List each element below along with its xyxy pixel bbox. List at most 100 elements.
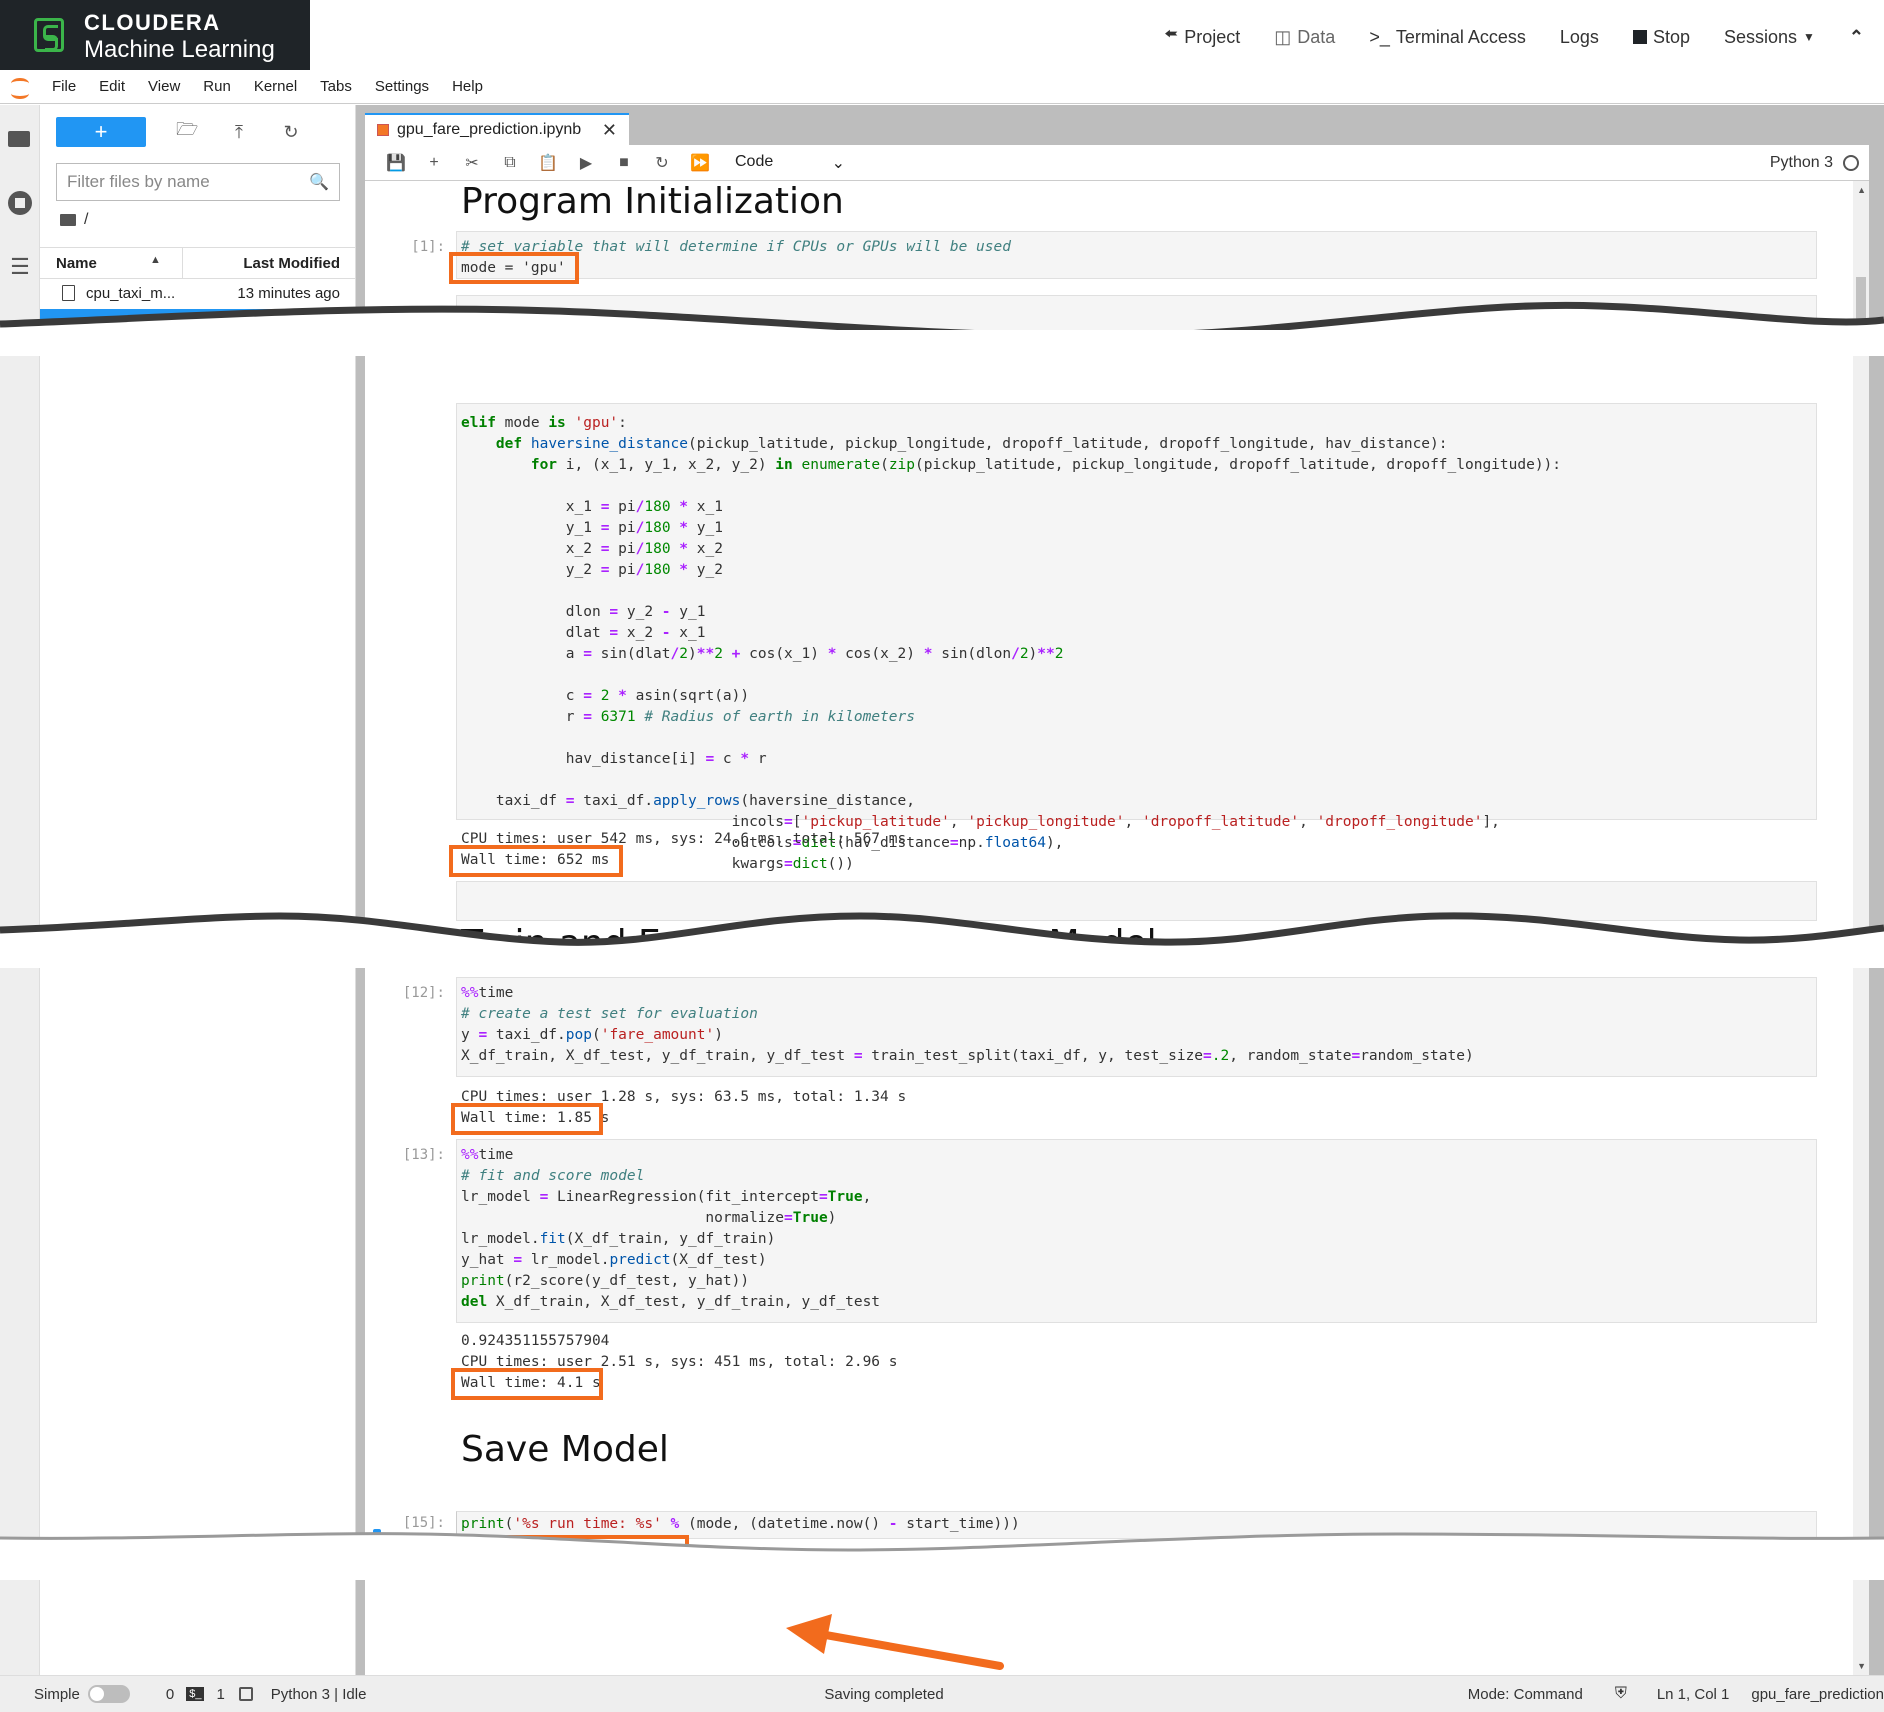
- column-name[interactable]: Name: [56, 255, 97, 272]
- simple-mode-label: Simple: [34, 1685, 80, 1703]
- collapse-header-button[interactable]: ⌃: [1849, 27, 1864, 48]
- nav-logs[interactable]: Logs: [1560, 27, 1599, 48]
- add-cell-icon[interactable]: +: [415, 154, 453, 172]
- column-divider: [182, 248, 183, 278]
- code-cell-haversine-source: elif mode is 'gpu': def haversine_distan…: [461, 415, 1562, 872]
- cell-prompt: [12]:: [402, 985, 445, 1001]
- cut-icon[interactable]: ✂: [453, 153, 491, 173]
- cml-header: CLOUDERA Machine Learning 🢘 Project ◫ Da…: [0, 0, 1884, 70]
- run-icon[interactable]: ▶: [567, 153, 605, 173]
- kernel-status-icon: [1843, 154, 1859, 171]
- stop-icon: [1632, 30, 1647, 44]
- running-sessions-icon[interactable]: [8, 191, 32, 215]
- paste-icon[interactable]: 📋: [529, 153, 567, 173]
- new-launcher-button[interactable]: +: [56, 117, 146, 147]
- sort-ascending-icon: ▲: [150, 254, 161, 266]
- table-of-contents-icon[interactable]: ☰: [8, 255, 32, 279]
- breadcrumb[interactable]: /: [60, 211, 88, 229]
- breadcrumb-path: /: [84, 211, 89, 228]
- nav-data[interactable]: ◫ Data: [1274, 27, 1335, 48]
- nav-terminal-label: Terminal Access: [1395, 26, 1526, 47]
- kernel-status[interactable]: Python 3 | Idle: [271, 1686, 367, 1703]
- notebook-tab-title: gpu_fare_prediction.ipynb: [397, 121, 582, 138]
- nav-data-label: Data: [1297, 26, 1336, 47]
- caret-down-icon: ▼: [1803, 30, 1815, 44]
- page-tear-divider: [0, 301, 1884, 356]
- page-tear-divider: [0, 1532, 1884, 1580]
- page-tear-divider: [0, 912, 1884, 968]
- menu-view[interactable]: View: [148, 78, 180, 95]
- menu-settings[interactable]: Settings: [375, 78, 429, 95]
- kernel-count[interactable]: 1: [216, 1686, 224, 1703]
- brand-product: Machine Learning: [84, 36, 275, 63]
- arrow-left-icon: 🢘: [1164, 24, 1179, 44]
- save-status: Saving completed: [824, 1685, 944, 1703]
- close-icon[interactable]: ✕: [602, 120, 617, 141]
- brand-name: CLOUDERA: [84, 10, 221, 35]
- nav-stop[interactable]: Stop: [1632, 26, 1690, 48]
- chevron-up-icon: ⌃: [1848, 26, 1864, 47]
- new-folder-icon[interactable]: 🗁: [176, 117, 198, 147]
- heading-save-model: Save Model: [461, 1429, 669, 1470]
- copy-icon[interactable]: ⧉: [491, 154, 529, 172]
- status-filename: gpu_fare_prediction.ipynb: [1751, 1685, 1884, 1703]
- nav-logs-label: Logs: [1559, 26, 1599, 47]
- menu-tabs[interactable]: Tabs: [320, 78, 352, 95]
- simple-mode-toggle[interactable]: [87, 1685, 130, 1703]
- notebook-icon: [377, 124, 389, 136]
- highlight-box: [451, 1368, 603, 1400]
- terminal-icon: $_: [186, 1687, 205, 1701]
- top-nav: 🢘 Project ◫ Data >_ Terminal Access Logs…: [1164, 22, 1864, 52]
- output-r2-score: 0.924351155757904: [461, 1333, 610, 1349]
- interrupt-icon[interactable]: ■: [605, 154, 643, 172]
- terminal-count[interactable]: 0: [166, 1686, 174, 1703]
- column-last-modified[interactable]: Last Modified: [243, 255, 340, 272]
- nav-project[interactable]: 🢘 Project: [1164, 22, 1240, 52]
- brand-logo[interactable]: CLOUDERA Machine Learning: [0, 0, 310, 70]
- menu-run[interactable]: Run: [203, 78, 231, 95]
- save-icon[interactable]: 💾: [377, 153, 415, 173]
- filter-files-field[interactable]: 🔍: [56, 163, 340, 201]
- heading-program-initialization: Program Initialization: [461, 181, 844, 222]
- code-cell-12-source: %%time # create a test set for evaluatio…: [461, 985, 1474, 1064]
- highlight-box: [451, 1103, 603, 1135]
- scroll-down-icon[interactable]: ▼: [1857, 1661, 1866, 1671]
- menu-bar: File Edit View Run Kernel Tabs Settings …: [0, 70, 1884, 104]
- cell-prompt: [13]:: [402, 1147, 445, 1163]
- nav-terminal-access[interactable]: >_ Terminal Access: [1369, 27, 1526, 48]
- nav-sessions[interactable]: Sessions ▼: [1724, 27, 1815, 48]
- file-browser-toolbar: + 🗁 ⤒ ↻: [56, 117, 302, 147]
- folder-icon: [60, 214, 76, 226]
- notebook-tab[interactable]: gpu_fare_prediction.ipynb ✕: [365, 113, 629, 145]
- run-all-icon[interactable]: ⏩: [681, 153, 719, 173]
- restart-icon[interactable]: ↻: [643, 153, 681, 173]
- search-icon: 🔍: [309, 174, 329, 191]
- nav-project-label: Project: [1184, 26, 1241, 47]
- cursor-position[interactable]: Ln 1, Col 1: [1657, 1686, 1730, 1703]
- editor-mode: Mode: Command: [1467, 1685, 1583, 1703]
- trusted-shield-icon[interactable]: ⛨: [1615, 1685, 1627, 1703]
- kernel-chip-icon: [238, 1687, 253, 1701]
- nav-stop-label: Stop: [1652, 26, 1690, 47]
- highlight-box: [449, 252, 579, 284]
- menu-kernel[interactable]: Kernel: [254, 78, 297, 95]
- scroll-up-icon[interactable]: ▲: [1857, 185, 1866, 195]
- terminal-icon: >_: [1369, 26, 1390, 47]
- menu-edit[interactable]: Edit: [99, 78, 125, 95]
- notebook-toolbar: 💾 + ✂ ⧉ 📋 ▶ ■ ↻ ⏩ Code ⌄ Python 3: [365, 145, 1869, 181]
- refresh-icon[interactable]: ↻: [280, 122, 302, 143]
- code-cell-13-source: %%time # fit and score model lr_model = …: [461, 1147, 881, 1310]
- upload-icon[interactable]: ⤒: [228, 122, 250, 143]
- folder-icon[interactable]: [8, 131, 30, 147]
- nav-sessions-label: Sessions: [1723, 26, 1798, 47]
- menu-help[interactable]: Help: [452, 78, 483, 95]
- kernel-indicator[interactable]: Python 3: [1770, 154, 1859, 172]
- cloudera-logo-icon: [34, 18, 64, 52]
- highlight-box: [449, 845, 623, 877]
- cell-type-value: Code: [735, 152, 774, 170]
- filter-files-input[interactable]: [67, 172, 297, 192]
- menu-file[interactable]: File: [52, 78, 76, 95]
- kernel-name: Python 3: [1769, 153, 1833, 171]
- cell-type-select[interactable]: Code ⌄: [735, 153, 845, 173]
- jupyter-logo-icon: [8, 74, 34, 100]
